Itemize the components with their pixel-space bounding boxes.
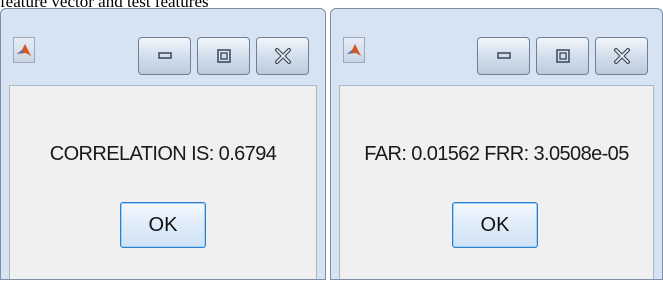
minimize-button[interactable] [477,37,530,75]
maximize-icon [555,49,570,63]
maximize-button[interactable] [197,37,250,75]
correlation-message: CORRELATION IS: 0.6794 [49,143,277,165]
correlation-dialog: CORRELATION IS: 0.6794 OK [0,8,326,280]
far-frr-message: FAR: 0.01562 FRR: 3.0508e-05 [364,143,629,165]
close-icon [613,48,630,64]
maximize-icon [216,49,231,63]
far-frr-dialog: FAR: 0.01562 FRR: 3.0508e-05 OK [330,8,663,280]
ok-button[interactable]: OK [120,202,206,248]
title-bar[interactable] [331,9,662,85]
maximize-button[interactable] [536,37,589,75]
title-bar[interactable] [1,9,325,85]
dialog-content: CORRELATION IS: 0.6794 OK [9,85,317,279]
close-button[interactable] [595,37,648,75]
minimize-icon [157,52,172,59]
matlab-icon[interactable] [343,37,365,63]
minimize-icon [496,52,511,59]
close-button[interactable] [256,37,309,75]
minimize-button[interactable] [138,37,191,75]
close-icon [274,48,291,64]
ok-button[interactable]: OK [452,202,538,248]
dialog-content: FAR: 0.01562 FRR: 3.0508e-05 OK [339,85,654,279]
matlab-icon[interactable] [13,37,35,63]
